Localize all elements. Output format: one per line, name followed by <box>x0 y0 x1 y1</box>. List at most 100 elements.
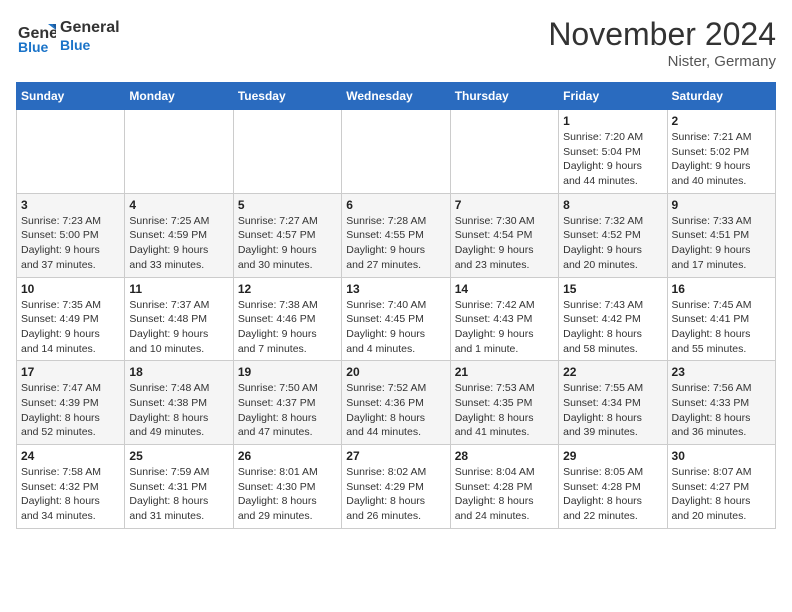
day-detail: Sunrise: 7:43 AM Sunset: 4:42 PM Dayligh… <box>563 298 662 357</box>
day-detail: Sunrise: 7:45 AM Sunset: 4:41 PM Dayligh… <box>672 298 771 357</box>
table-row <box>125 110 233 194</box>
title-area: November 2024 Nister, Germany <box>548 16 776 70</box>
day-number: 1 <box>563 114 662 128</box>
day-number: 8 <box>563 198 662 212</box>
day-number: 3 <box>21 198 120 212</box>
table-row: 22 Sunrise: 7:55 AM Sunset: 4:34 PM Dayli… <box>559 361 667 445</box>
table-row: 6Sunrise: 7:28 AM Sunset: 4:55 PM Daylig… <box>342 193 450 277</box>
day-detail: Sunrise: 7:25 AM Sunset: 4:59 PM Dayligh… <box>129 214 228 273</box>
table-row <box>17 110 125 194</box>
table-row: 23 Sunrise: 7:56 AM Sunset: 4:33 PM Dayli… <box>667 361 775 445</box>
day-number: 15 <box>563 282 662 296</box>
table-row: 27Sunrise: 8:02 AM Sunset: 4:29 PM Dayli… <box>342 445 450 529</box>
day-detail: Sunrise: 8:05 AM Sunset: 4:28 PM Dayligh… <box>563 465 662 524</box>
day-number: 18 <box>129 365 228 379</box>
table-row: 24 Sunrise: 7:58 AM Sunset: 4:32 PM Dayli… <box>17 445 125 529</box>
day-number: 12 <box>238 282 337 296</box>
table-row: 4 Sunrise: 7:25 AM Sunset: 4:59 PM Daylig… <box>125 193 233 277</box>
day-number: 20 <box>346 365 445 379</box>
logo: General Blue General Blue <box>16 16 120 56</box>
table-row: 30Sunrise: 8:07 AM Sunset: 4:27 PM Dayli… <box>667 445 775 529</box>
table-row: 29 Sunrise: 8:05 AM Sunset: 4:28 PM Dayli… <box>559 445 667 529</box>
table-row: 28 Sunrise: 8:04 AM Sunset: 4:28 PM Dayli… <box>450 445 558 529</box>
table-row <box>233 110 341 194</box>
day-detail: Sunrise: 7:40 AM Sunset: 4:45 PM Dayligh… <box>346 298 445 357</box>
header-wednesday: Wednesday <box>342 83 450 110</box>
logo-general: General <box>60 18 120 37</box>
table-row: 11Sunrise: 7:37 AM Sunset: 4:48 PM Dayli… <box>125 277 233 361</box>
table-row <box>342 110 450 194</box>
header-tuesday: Tuesday <box>233 83 341 110</box>
day-number: 5 <box>238 198 337 212</box>
day-number: 13 <box>346 282 445 296</box>
day-detail: Sunrise: 7:21 AM Sunset: 5:02 PM Dayligh… <box>672 130 771 189</box>
day-number: 10 <box>21 282 120 296</box>
day-detail: Sunrise: 7:23 AM Sunset: 5:00 PM Dayligh… <box>21 214 120 273</box>
table-row: 8 Sunrise: 7:32 AM Sunset: 4:52 PM Daylig… <box>559 193 667 277</box>
table-row: 12 Sunrise: 7:38 AM Sunset: 4:46 PM Dayli… <box>233 277 341 361</box>
svg-text:Blue: Blue <box>18 39 49 55</box>
header-sunday: Sunday <box>17 83 125 110</box>
header-saturday: Saturday <box>667 83 775 110</box>
table-row: 20 Sunrise: 7:52 AM Sunset: 4:36 PM Dayli… <box>342 361 450 445</box>
table-row: 15 Sunrise: 7:43 AM Sunset: 4:42 PM Dayli… <box>559 277 667 361</box>
day-detail: Sunrise: 7:52 AM Sunset: 4:36 PM Dayligh… <box>346 381 445 440</box>
day-number: 26 <box>238 449 337 463</box>
day-number: 28 <box>455 449 554 463</box>
day-number: 16 <box>672 282 771 296</box>
day-detail: Sunrise: 7:58 AM Sunset: 4:32 PM Dayligh… <box>21 465 120 524</box>
day-number: 23 <box>672 365 771 379</box>
day-number: 2 <box>672 114 771 128</box>
day-detail: Sunrise: 7:53 AM Sunset: 4:35 PM Dayligh… <box>455 381 554 440</box>
day-detail: Sunrise: 7:56 AM Sunset: 4:33 PM Dayligh… <box>672 381 771 440</box>
table-row: 2 Sunrise: 7:21 AM Sunset: 5:02 PM Daylig… <box>667 110 775 194</box>
day-detail: Sunrise: 7:55 AM Sunset: 4:34 PM Dayligh… <box>563 381 662 440</box>
day-detail: Sunrise: 7:30 AM Sunset: 4:54 PM Dayligh… <box>455 214 554 273</box>
location: Nister, Germany <box>548 53 776 70</box>
table-row: 25Sunrise: 7:59 AM Sunset: 4:31 PM Dayli… <box>125 445 233 529</box>
calendar-table: Sunday Monday Tuesday Wednesday Thursday… <box>16 82 776 529</box>
day-number: 4 <box>129 198 228 212</box>
table-row: 9Sunrise: 7:33 AM Sunset: 4:51 PM Daylig… <box>667 193 775 277</box>
day-number: 17 <box>21 365 120 379</box>
table-row: 18Sunrise: 7:48 AM Sunset: 4:38 PM Dayli… <box>125 361 233 445</box>
day-number: 21 <box>455 365 554 379</box>
day-number: 27 <box>346 449 445 463</box>
table-row: 14 Sunrise: 7:42 AM Sunset: 4:43 PM Dayli… <box>450 277 558 361</box>
day-number: 19 <box>238 365 337 379</box>
day-detail: Sunrise: 7:42 AM Sunset: 4:43 PM Dayligh… <box>455 298 554 357</box>
day-detail: Sunrise: 8:04 AM Sunset: 4:28 PM Dayligh… <box>455 465 554 524</box>
month-title: November 2024 <box>548 16 776 53</box>
table-row: 17Sunrise: 7:47 AM Sunset: 4:39 PM Dayli… <box>17 361 125 445</box>
day-detail: Sunrise: 7:28 AM Sunset: 4:55 PM Dayligh… <box>346 214 445 273</box>
table-row: 26 Sunrise: 8:01 AM Sunset: 4:30 PM Dayli… <box>233 445 341 529</box>
day-detail: Sunrise: 7:37 AM Sunset: 4:48 PM Dayligh… <box>129 298 228 357</box>
calendar-week-row: 24 Sunrise: 7:58 AM Sunset: 4:32 PM Dayli… <box>17 445 776 529</box>
calendar-week-row: 10 Sunrise: 7:35 AM Sunset: 4:49 PM Dayli… <box>17 277 776 361</box>
table-row: 21 Sunrise: 7:53 AM Sunset: 4:35 PM Dayli… <box>450 361 558 445</box>
day-detail: Sunrise: 7:35 AM Sunset: 4:49 PM Dayligh… <box>21 298 120 357</box>
page-header: General Blue General Blue November 2024 … <box>16 16 776 70</box>
day-number: 25 <box>129 449 228 463</box>
table-row: 13 Sunrise: 7:40 AM Sunset: 4:45 PM Dayli… <box>342 277 450 361</box>
day-detail: Sunrise: 7:32 AM Sunset: 4:52 PM Dayligh… <box>563 214 662 273</box>
day-number: 22 <box>563 365 662 379</box>
header-friday: Friday <box>559 83 667 110</box>
calendar-week-row: 1Sunrise: 7:20 AM Sunset: 5:04 PM Daylig… <box>17 110 776 194</box>
day-detail: Sunrise: 8:01 AM Sunset: 4:30 PM Dayligh… <box>238 465 337 524</box>
day-number: 24 <box>21 449 120 463</box>
table-row: 19Sunrise: 7:50 AM Sunset: 4:37 PM Dayli… <box>233 361 341 445</box>
day-detail: Sunrise: 7:27 AM Sunset: 4:57 PM Dayligh… <box>238 214 337 273</box>
day-number: 30 <box>672 449 771 463</box>
table-row: 5 Sunrise: 7:27 AM Sunset: 4:57 PM Daylig… <box>233 193 341 277</box>
day-number: 14 <box>455 282 554 296</box>
table-row: 10 Sunrise: 7:35 AM Sunset: 4:49 PM Dayli… <box>17 277 125 361</box>
logo-blue: Blue <box>60 37 120 54</box>
day-number: 29 <box>563 449 662 463</box>
day-detail: Sunrise: 7:38 AM Sunset: 4:46 PM Dayligh… <box>238 298 337 357</box>
calendar-week-row: 17Sunrise: 7:47 AM Sunset: 4:39 PM Dayli… <box>17 361 776 445</box>
table-row: 3 Sunrise: 7:23 AM Sunset: 5:00 PM Daylig… <box>17 193 125 277</box>
calendar-header-row: Sunday Monday Tuesday Wednesday Thursday… <box>17 83 776 110</box>
header-thursday: Thursday <box>450 83 558 110</box>
day-number: 7 <box>455 198 554 212</box>
